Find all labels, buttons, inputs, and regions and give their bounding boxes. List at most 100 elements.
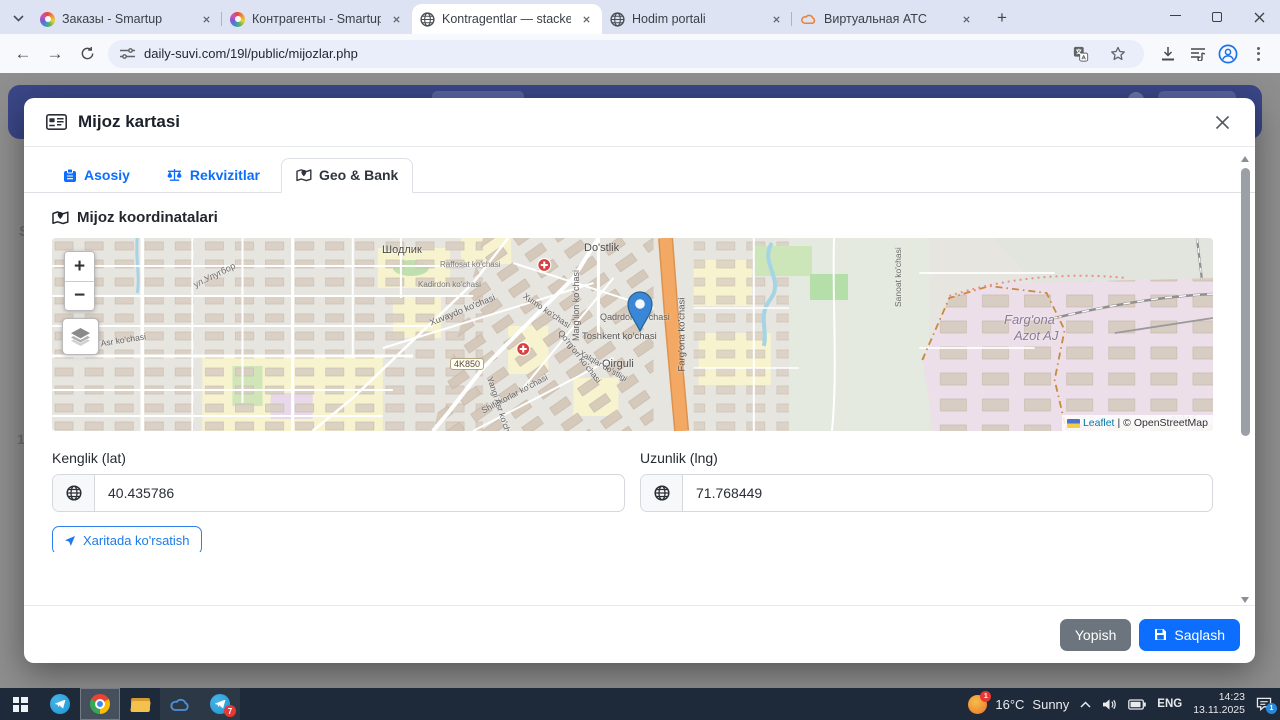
modal-close-icon[interactable] (1211, 111, 1233, 133)
cloud-favicon-icon (800, 13, 817, 25)
chrome-icon (90, 694, 110, 714)
weather-condition: Sunny (1032, 696, 1070, 712)
site-settings-icon[interactable] (120, 47, 135, 60)
windows-logo-icon (12, 696, 28, 712)
scrollbar-thumb[interactable] (1241, 168, 1250, 436)
taskbar-chrome[interactable] (80, 688, 120, 720)
close-button[interactable]: Yopish (1059, 618, 1132, 651)
new-tab-button[interactable]: + (988, 4, 1016, 32)
modal-tab-label: Rekvizitlar (189, 167, 260, 183)
tray-expand-chevron-icon[interactable] (1080, 700, 1091, 708)
taskbar-clock[interactable]: 14:23 13.11.2025 (1193, 691, 1245, 717)
show-on-map-button[interactable]: Xaritada ko'rsatish (52, 526, 202, 552)
ukraine-flag-icon (1066, 418, 1080, 428)
modal-tab-asosiy[interactable]: Asosiy (48, 158, 145, 193)
taskbar-telegram[interactable] (40, 688, 80, 720)
hospital-marker (537, 257, 552, 273)
modal-scrollbar[interactable] (1239, 156, 1252, 603)
url-text[interactable]: daily-suvi.com/19l/public/mijozlar.php (144, 46, 1058, 61)
map-layers-control[interactable] (62, 318, 99, 355)
battery-icon[interactable] (1128, 698, 1147, 710)
window-maximize-button[interactable] (1196, 0, 1238, 34)
zoom-in-button[interactable]: + (65, 252, 94, 281)
forward-icon[interactable]: → (40, 39, 70, 69)
leaflet-link[interactable]: Leaflet (1083, 417, 1115, 429)
scales-icon (166, 168, 183, 183)
translate-icon[interactable] (1067, 40, 1095, 68)
address-bar[interactable]: daily-suvi.com/19l/public/mijozlar.php (108, 39, 1144, 68)
globe-icon (641, 475, 683, 511)
osm-link[interactable]: OpenStreetMap (1134, 417, 1208, 429)
browser-tab[interactable]: Контрагенты - Smartup (221, 4, 412, 34)
tab-title: Контрагенты - Smartup (252, 12, 381, 26)
window-controls (1154, 0, 1280, 34)
telegram-icon (50, 694, 70, 714)
tab-title: Kontragentlar — stacked moda (442, 12, 571, 26)
latitude-input[interactable] (95, 475, 624, 511)
customer-card-modal: Mijoz kartasi Asosiy Rekvizitlar Geo & Ban… (24, 98, 1255, 663)
scroll-up-arrow[interactable] (1241, 156, 1249, 162)
browser-toolbar: ← → daily-suvi.com/19l/public/mijozlar.p… (0, 34, 1280, 73)
download-icon[interactable] (1154, 40, 1182, 68)
modal-tab-geo-bank[interactable]: Geo & Bank (280, 158, 414, 193)
media-controls-icon[interactable] (1184, 40, 1212, 68)
browser-tab[interactable]: Виртуальная АТС (791, 4, 982, 34)
leaflet-map[interactable]: Шодлик ул.Улугбор Do'stlik Raffosat ko'chas… (52, 238, 1213, 431)
location-marker-pin (626, 290, 654, 332)
tab-close-icon[interactable] (578, 11, 594, 27)
start-button[interactable] (0, 688, 40, 720)
smartup-swirl-favicon-icon (40, 11, 55, 27)
refresh-icon[interactable] (72, 39, 102, 69)
notification-center[interactable]: 1 (1256, 697, 1277, 714)
taskbar-cloud-app[interactable] (160, 688, 200, 720)
browser-menu-icon[interactable] (1244, 40, 1272, 68)
lat-label: Kenglik (lat) (52, 450, 126, 466)
tab-close-icon[interactable] (388, 11, 404, 27)
window-minimize-button[interactable] (1154, 0, 1196, 34)
tab-title: Hodim portali (632, 12, 706, 26)
window-close-button[interactable] (1238, 0, 1280, 34)
save-button[interactable]: Saqlash (1139, 618, 1240, 651)
modal-tab-rekvizitlar[interactable]: Rekvizitlar (151, 158, 275, 193)
modal-title: Mijoz kartasi (78, 112, 181, 131)
browser-tab[interactable]: Заказы - Smartup (32, 4, 222, 34)
tab-search-chevron-icon[interactable] (4, 4, 32, 32)
taskbar-file-explorer[interactable] (120, 688, 160, 720)
bookmark-star-icon[interactable] (1104, 40, 1132, 68)
modal-body: Mijoz koordinatalari Шодлик ул.Улугбор D… (24, 193, 1255, 552)
volume-icon[interactable] (1102, 698, 1117, 711)
taskbar-telegram-2[interactable]: 7 (200, 688, 240, 720)
cloud-icon (170, 698, 189, 711)
floppy-disk-icon (1155, 629, 1167, 640)
clock-date: 13.11.2025 (1193, 704, 1245, 716)
weather-temp: 16°C (995, 696, 1025, 712)
section-title: Mijoz koordinatalari (77, 209, 218, 226)
smartup-swirl-favicon-icon (230, 11, 245, 27)
taskbar-weather[interactable]: 1 16°C Sunny (968, 690, 1070, 714)
map-icon (296, 168, 312, 182)
notification-badge: 1 (1266, 703, 1277, 714)
longitude-input[interactable] (683, 475, 1212, 511)
back-icon[interactable]: ← (8, 39, 38, 69)
tab-close-icon[interactable] (958, 11, 974, 27)
page-backdrop: S 1 Mijoz kartasi AsosiyRekvizitlarGeo &… (0, 73, 1280, 688)
zoom-out-button[interactable]: − (65, 281, 94, 310)
section-title-row: Mijoz koordinatalari (52, 209, 1213, 226)
weather-badge: 1 (980, 690, 992, 702)
windows-taskbar: 7 1 16°C Sunny ENG 14:23 13.11.2025 1 (0, 688, 1280, 720)
id-card-icon (46, 114, 67, 130)
tab-close-icon[interactable] (198, 11, 214, 27)
sun-icon: 1 (968, 690, 992, 714)
unread-badge: 7 (224, 705, 236, 717)
globe-favicon-icon (610, 11, 625, 27)
scroll-down-arrow[interactable] (1241, 597, 1249, 603)
browser-tab-strip: Заказы - Smartup Контрагенты - Smartup Kon… (0, 0, 1280, 34)
browser-tab[interactable]: Hodim portali (602, 4, 792, 34)
globe-favicon-icon (420, 11, 435, 27)
browser-tab[interactable]: Kontragentlar — stacked moda (412, 4, 602, 34)
tab-close-icon[interactable] (768, 11, 784, 27)
language-indicator[interactable]: ENG (1157, 698, 1182, 710)
hospital-marker (516, 341, 531, 357)
profile-avatar-icon[interactable] (1214, 40, 1242, 68)
modal-footer: Yopish Saqlash (24, 605, 1255, 663)
